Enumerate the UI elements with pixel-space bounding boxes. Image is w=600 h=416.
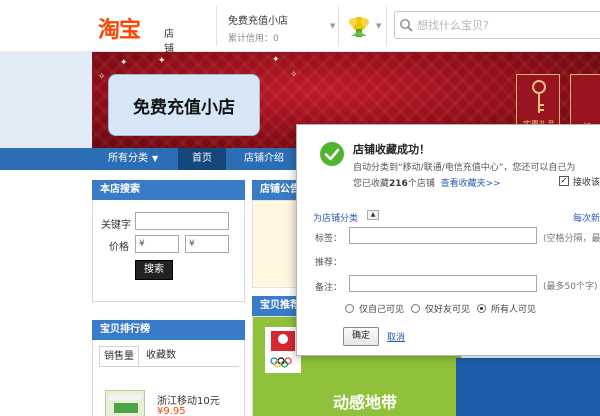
nav-all-categories[interactable]: 所有分类 ▼	[108, 148, 158, 170]
sparkle-icon: ✧	[290, 70, 298, 80]
shop-title: 免费充值小店	[133, 98, 235, 118]
search-button[interactable]: 搜索	[135, 260, 173, 280]
search-box[interactable]	[394, 11, 600, 39]
price-label: 价格	[109, 242, 129, 253]
favorites-count-line: 您已收藏216个店铺 查看收藏夹>>	[353, 176, 501, 189]
success-check-icon	[320, 142, 344, 166]
dialog-title: 店铺收藏成功！	[353, 143, 430, 156]
ranking-panel: 销售量 收藏数 浙江移动10元 ¥9.95	[92, 340, 245, 416]
receive-label: 接收该	[573, 178, 600, 188]
divider	[386, 6, 387, 46]
radio-private-label: 仅自己可见	[359, 305, 405, 315]
search-icon	[400, 19, 413, 32]
dialog-message: 自动分类到“移动/联通/电信充值中心”，您还可以自己为	[353, 163, 576, 173]
sparkle-icon: ✧	[98, 72, 106, 82]
recommend-label: 推荐：	[315, 258, 343, 268]
sparkle-icon: ✦	[158, 56, 166, 66]
cancel-link[interactable]: 取消	[387, 330, 405, 343]
right-promo-strip	[456, 358, 600, 416]
category-right-link[interactable]: 每次新	[573, 211, 600, 224]
credit-text: 累计信用：0	[228, 34, 279, 44]
sparkle-icon: ✦	[120, 58, 128, 68]
radio-friends[interactable]	[411, 304, 420, 313]
receive-checkbox[interactable]: ✓	[559, 176, 569, 186]
tags-note: (空格分隔，最	[543, 234, 600, 244]
logo-text: 淘宝	[98, 18, 141, 43]
nav-label: 所有分类	[108, 153, 148, 164]
search-input[interactable]	[417, 17, 597, 33]
announce-header: 店铺公告	[252, 180, 302, 200]
divider	[216, 6, 217, 46]
radio-public-label: 所有人可见	[491, 305, 537, 315]
search-panel-header: 本店搜索	[92, 180, 245, 200]
note-hint: (最多50个字)	[543, 282, 598, 292]
ranking-panel-header: 宝贝排行榜	[92, 320, 245, 340]
search-panel: 关键字 价格 ¥ ¥ 搜索	[92, 200, 245, 302]
view-favorites-link[interactable]: 查看收藏夹>>	[441, 179, 501, 189]
promo-text: 动感地带	[333, 393, 398, 412]
thumb-logo	[114, 403, 138, 413]
price-max-input[interactable]: ¥	[185, 235, 229, 253]
top-bar: 淘宝 店铺 免费充值小店 累计信用：0 ▼ ▼	[0, 0, 600, 55]
favorites-count: 216	[389, 179, 408, 189]
favorite-success-dialog: 店铺收藏成功！ 自动分类到“移动/联通/电信充值中心”，您还可以自己为 您已收藏…	[296, 124, 600, 356]
chevron-down-icon[interactable]: ▼	[330, 22, 335, 30]
logo-subtext: 店铺	[164, 29, 174, 55]
crown-medal-icon[interactable]	[346, 15, 372, 39]
tab-sales[interactable]: 销售量	[99, 346, 139, 366]
product-thumbnail[interactable]	[105, 390, 145, 416]
note-label: 备注：	[315, 283, 343, 293]
category-label[interactable]: 为店铺分类	[313, 211, 358, 224]
keyword-input[interactable]	[135, 212, 229, 230]
tags-input[interactable]	[349, 227, 537, 244]
confirm-button[interactable]: 确定	[343, 327, 379, 346]
keyword-label: 关键字	[101, 220, 131, 231]
shop-name[interactable]: 免费充值小店	[228, 12, 288, 27]
radio-public[interactable]	[477, 304, 486, 313]
radio-friends-label: 仅好友可见	[425, 305, 471, 315]
collapse-icon[interactable]: ▲	[367, 210, 379, 220]
sparkle-icon: ✦	[272, 55, 280, 65]
thumb-strip	[109, 394, 141, 400]
recommend-header: 宝贝推荐	[252, 296, 302, 316]
tags-label: 标签：	[315, 234, 343, 244]
product-price: ¥9.95	[157, 406, 186, 416]
chevron-down-icon[interactable]: ▼	[376, 22, 381, 30]
product-name[interactable]: 浙江移动10元	[157, 392, 220, 407]
count-suffix: 个店铺	[407, 179, 435, 189]
count-prefix: 您已收藏	[353, 179, 390, 189]
nav-home[interactable]: 首页	[178, 148, 226, 170]
shop-title-box: 免费充值小店	[108, 74, 260, 136]
key-icon	[532, 80, 546, 113]
tab-favorites[interactable]: 收藏数	[141, 346, 181, 366]
taobao-logo[interactable]: 淘宝 店铺	[98, 12, 178, 55]
note-input[interactable]	[349, 275, 537, 292]
price-min-input[interactable]: ¥	[135, 235, 179, 253]
divider	[338, 6, 339, 46]
nav-shop-intro[interactable]: 店铺介绍	[244, 148, 284, 170]
radio-private[interactable]	[345, 304, 354, 313]
caret-down-icon: ▼	[152, 154, 159, 163]
announce-panel	[252, 200, 302, 288]
